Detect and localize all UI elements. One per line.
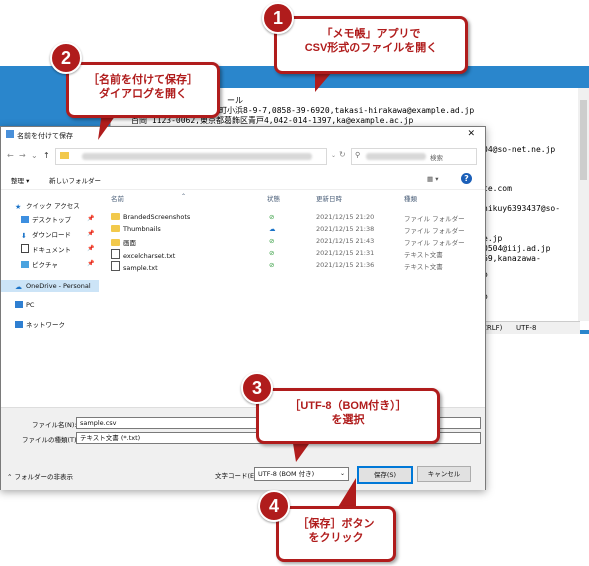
callout-3: ［UTF-8（BOM付き）］ を選択 xyxy=(256,388,440,444)
callout-4: ［保存］ボタン をクリック xyxy=(276,506,396,562)
callout-pointer-1 xyxy=(315,72,332,92)
callout-badge-4: 4 xyxy=(258,490,290,522)
callout-badge-1: 1 xyxy=(262,2,294,34)
callout-badge-3: 3 xyxy=(241,372,273,404)
callout-badge-2: 2 xyxy=(50,42,82,74)
callout-1: 「メモ帳」アプリで CSV形式のファイルを開く xyxy=(274,16,468,74)
callout-2: ［名前を付けて保存］ ダイアログを開く xyxy=(66,62,220,118)
